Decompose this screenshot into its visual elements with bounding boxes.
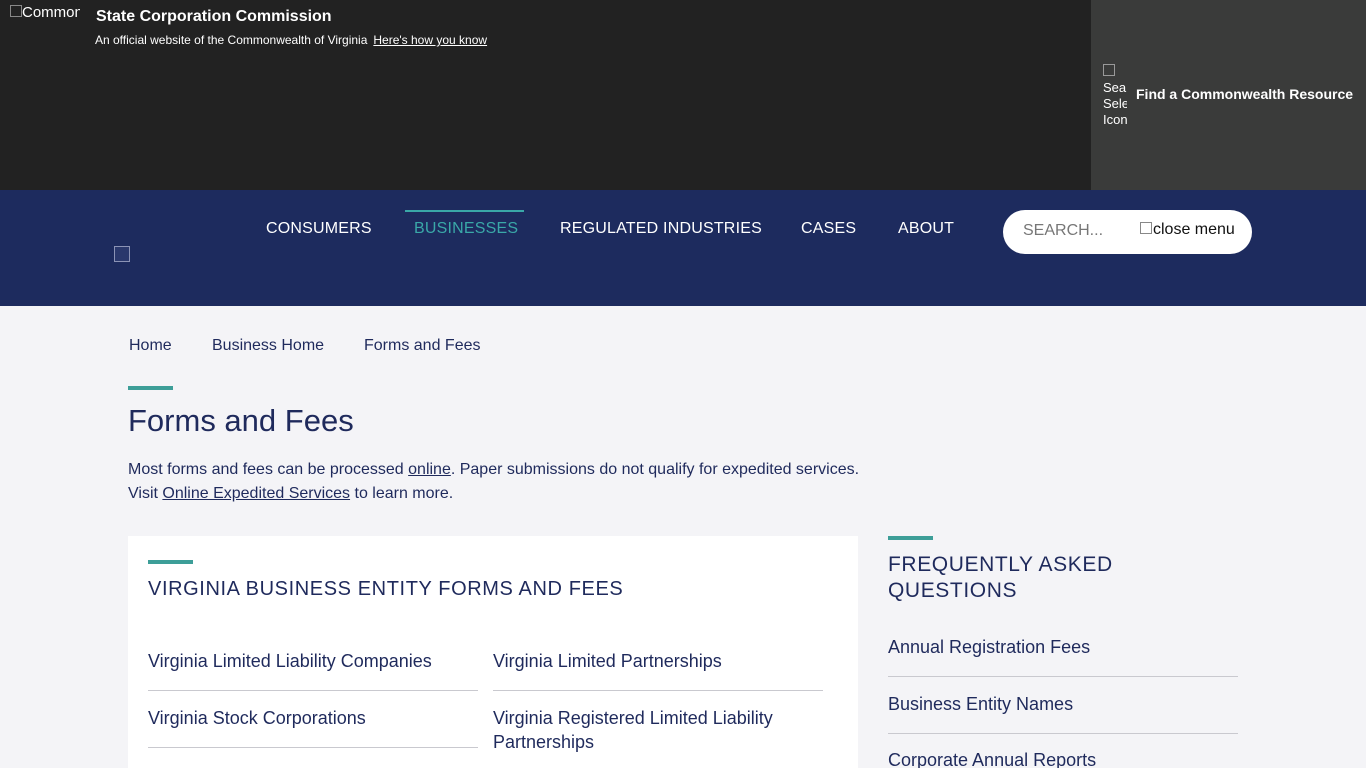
nav-cases[interactable]: CASES bbox=[801, 220, 856, 238]
breadcrumb-home[interactable]: Home bbox=[129, 337, 172, 355]
broken-image-icon bbox=[10, 5, 22, 17]
commonwealth-logo-alt: Commonwealth bbox=[22, 4, 80, 21]
card-accent-bar bbox=[148, 560, 193, 564]
title-accent-bar bbox=[128, 386, 173, 390]
find-resource-label: Find a Commonwealth Resource bbox=[1136, 86, 1354, 102]
search-select-icon: Search Select Icon bbox=[1103, 64, 1127, 126]
search-select-icon-alt: Search Select Icon bbox=[1103, 80, 1127, 126]
breadcrumb-business-home[interactable]: Business Home bbox=[212, 337, 324, 355]
intro-line2-end: to learn more. bbox=[350, 485, 454, 502]
link-va-stock-corp[interactable]: Virginia Stock Corporations bbox=[148, 706, 478, 730]
banner-subtitle-text: An official website of the Commonwealth … bbox=[95, 33, 368, 47]
expedited-services-link[interactable]: Online Expedited Services bbox=[162, 485, 350, 502]
faq-annual-registration-fees[interactable]: Annual Registration Fees bbox=[888, 637, 1090, 658]
faq-divider bbox=[888, 733, 1238, 734]
intro-line1-start: Most forms and fees can be processed bbox=[128, 461, 409, 478]
banner-title: State Corporation Commission bbox=[96, 8, 332, 25]
close-menu-alt: close menu bbox=[1153, 221, 1235, 238]
find-resource-button[interactable]: Search Select Icon Find a Commonwealth R… bbox=[1091, 0, 1366, 190]
faq-business-entity-names[interactable]: Business Entity Names bbox=[888, 694, 1073, 715]
link-va-rllp[interactable]: Virginia Registered Limited Liability Pa… bbox=[493, 706, 823, 754]
broken-image-icon bbox=[1103, 64, 1115, 76]
breadcrumb-forms-and-fees[interactable]: Forms and Fees bbox=[364, 337, 480, 355]
scc-logo[interactable] bbox=[114, 246, 130, 262]
commonwealth-logo: Commonwealth bbox=[10, 4, 80, 44]
card-heading: VIRGINIA BUSINESS ENTITY FORMS AND FEES bbox=[148, 578, 624, 600]
official-banner: Commonwealth State Corporation Commissio… bbox=[0, 0, 1366, 190]
card-divider bbox=[148, 747, 478, 748]
nav-regulated-industries[interactable]: REGULATED INDUSTRIES bbox=[560, 220, 762, 238]
search-box: close menu bbox=[1003, 210, 1252, 254]
intro-text: Most forms and fees can be processed onl… bbox=[128, 458, 888, 506]
forms-card: VIRGINIA BUSINESS ENTITY FORMS AND FEES … bbox=[128, 536, 858, 768]
nav-active-indicator bbox=[405, 210, 524, 212]
faq-accent-bar bbox=[888, 536, 933, 540]
faq-divider bbox=[888, 676, 1238, 677]
online-link[interactable]: online bbox=[408, 461, 451, 478]
close-menu-button[interactable]: close menu bbox=[1140, 221, 1235, 239]
card-divider bbox=[148, 690, 478, 691]
search-input[interactable] bbox=[1023, 222, 1133, 240]
close-icon bbox=[1140, 222, 1152, 234]
how-you-know-link[interactable]: Here's how you know bbox=[373, 33, 487, 47]
link-va-lp[interactable]: Virginia Limited Partnerships bbox=[493, 649, 823, 673]
nav-about[interactable]: ABOUT bbox=[898, 220, 954, 238]
page-title: Forms and Fees bbox=[128, 403, 354, 438]
faq-heading: FREQUENTLY ASKED QUESTIONS bbox=[888, 553, 1113, 602]
link-va-llc[interactable]: Virginia Limited Liability Companies bbox=[148, 649, 478, 673]
banner-subtitle: An official website of the Commonwealth … bbox=[95, 33, 487, 47]
card-divider bbox=[493, 690, 823, 691]
main-nav: CONSUMERS BUSINESSES REGULATED INDUSTRIE… bbox=[0, 190, 1366, 306]
intro-line2-start: Visit bbox=[128, 485, 163, 502]
intro-line1-end: . Paper submissions do not qualify for e… bbox=[450, 461, 860, 478]
faq-corporate-annual-reports[interactable]: Corporate Annual Reports bbox=[888, 750, 1096, 768]
nav-businesses[interactable]: BUSINESSES bbox=[414, 220, 518, 238]
nav-consumers[interactable]: CONSUMERS bbox=[266, 220, 372, 238]
